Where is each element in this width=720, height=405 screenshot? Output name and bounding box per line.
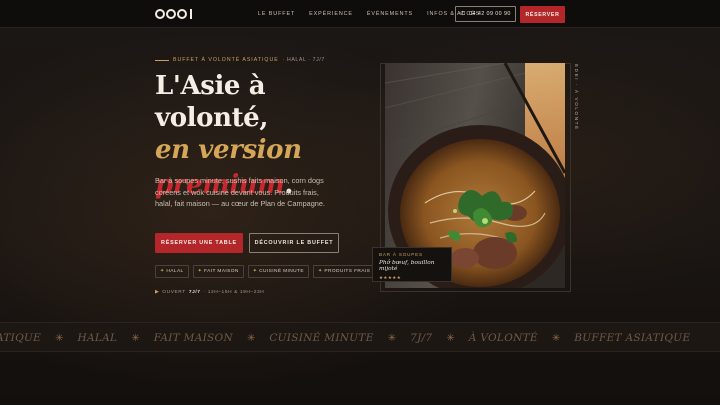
dish-name: Phở bœuf, bouillon mijoté — [379, 260, 435, 272]
asterisk-icon: ✳ — [387, 332, 397, 344]
dish-category: BAR À SOUPES — [379, 252, 423, 257]
top-nav: LE BUFFET EXPÉRIENCE ÉVÉNEMENTS INFOS & … — [0, 0, 720, 28]
nav-link-experience[interactable]: EXPÉRIENCE — [309, 11, 353, 17]
logo-bar — [190, 9, 193, 19]
asterisk-icon: ✳ — [131, 332, 140, 344]
logo-ring-2 — [166, 9, 176, 19]
reserve-table-button[interactable]: RÉSERVER UNE TABLE — [155, 233, 243, 253]
hero-title-line2: en version — [155, 135, 302, 165]
brand-logo[interactable] — [155, 7, 193, 21]
tag-produits-frais: ✦ PRODUITS FRAIS — [312, 265, 376, 278]
asterisk-icon: ✳ — [551, 332, 561, 344]
hero-eyebrow: BUFFET À VOLONTÉ ASIATIQUE · HALAL · 7J/… — [155, 57, 325, 63]
marquee-item: FAIT MAISON — [153, 332, 233, 344]
tag-label: FAIT MAISON — [204, 269, 239, 274]
vertical-brand-label: EDEI · À VOLONTÉ — [574, 64, 579, 131]
play-icon: ▶ — [155, 290, 160, 295]
tag-star-icon: ✦ — [252, 269, 258, 274]
marquee-item: 7J/7 — [410, 332, 433, 344]
tagline-marquee: BUFFET ASIATIQUE ✳ HALAL ✳ FAIT MAISON ✳… — [0, 322, 720, 352]
tag-label: HALAL — [166, 269, 184, 274]
tag-fait-maison: ✦ FAIT MAISON — [192, 265, 244, 278]
tag-halal: ✦ HALAL — [155, 265, 189, 278]
reserve-button[interactable]: RÉSERVER — [520, 6, 565, 23]
nav-link-evenements[interactable]: ÉVÉNEMENTS — [367, 11, 413, 17]
marquee-item: CUISINÉ MINUTE — [269, 332, 374, 344]
marquee-item: BUFFET ASIATIQUE — [574, 332, 691, 344]
nav-links: LE BUFFET EXPÉRIENCE ÉVÉNEMENTS INFOS & … — [258, 0, 480, 28]
tag-star-icon: ✦ — [160, 269, 165, 274]
eyebrow-line — [155, 59, 169, 61]
hours-days: 7J/7 — [188, 290, 201, 295]
discover-buffet-button[interactable]: DÉCOUVRIR LE BUFFET — [249, 233, 339, 253]
logo-ring-1 — [155, 9, 165, 19]
phone-icon: ✆ — [460, 11, 466, 17]
eyebrow-sub: · HALAL · 7J/7 — [282, 57, 325, 63]
eyebrow-text: BUFFET À VOLONTÉ ASIATIQUE — [173, 57, 279, 63]
asterisk-icon: ✳ — [246, 332, 256, 344]
tag-cuisine-minute: ✦ CUISINÉ MINUTE — [247, 265, 309, 278]
hours-times: · 12H–15H & 19H–23H — [203, 290, 265, 295]
logo-ring-3 — [177, 9, 187, 19]
phone-number: 04 42 09 00 90 — [469, 11, 511, 17]
nav-link-buffet[interactable]: LE BUFFET — [258, 11, 295, 17]
dish-rating: ★★★★★ — [379, 275, 402, 280]
tag-label: CUISINÉ MINUTE — [259, 269, 304, 274]
hero-description: Bar à soupes minute, sushis faits maison… — [155, 176, 325, 209]
marquee-item: À VOLONTÉ — [468, 332, 538, 344]
dish-card: BAR À SOUPES Phở bœuf, bouillon mijoté ★… — [372, 247, 452, 282]
marquee-item: BUFFET ASIATIQUE — [0, 332, 42, 344]
opening-hours: ▶ OUVERT 7J/7 · 12H–15H & 19H–23H — [155, 290, 264, 295]
marquee-track: BUFFET ASIATIQUE ✳ HALAL ✳ FAIT MAISON ✳… — [0, 323, 691, 351]
tag-label: PRODUITS FRAIS — [324, 269, 371, 274]
hours-prefix: OUVERT — [162, 290, 186, 295]
tag-star-icon: ✦ — [317, 269, 323, 274]
phone-button[interactable]: ✆ 04 42 09 00 90 — [455, 6, 516, 22]
asterisk-icon: ✳ — [55, 332, 64, 344]
marquee-item: HALAL — [77, 332, 118, 344]
feature-tags: ✦ HALAL ✦ FAIT MAISON ✦ CUISINÉ MINUTE ✦ PRO… — [155, 265, 376, 278]
asterisk-icon: ✳ — [446, 332, 455, 344]
tag-star-icon: ✦ — [197, 269, 203, 274]
hero-title-line1: L'Asie à volonté, — [155, 71, 268, 133]
